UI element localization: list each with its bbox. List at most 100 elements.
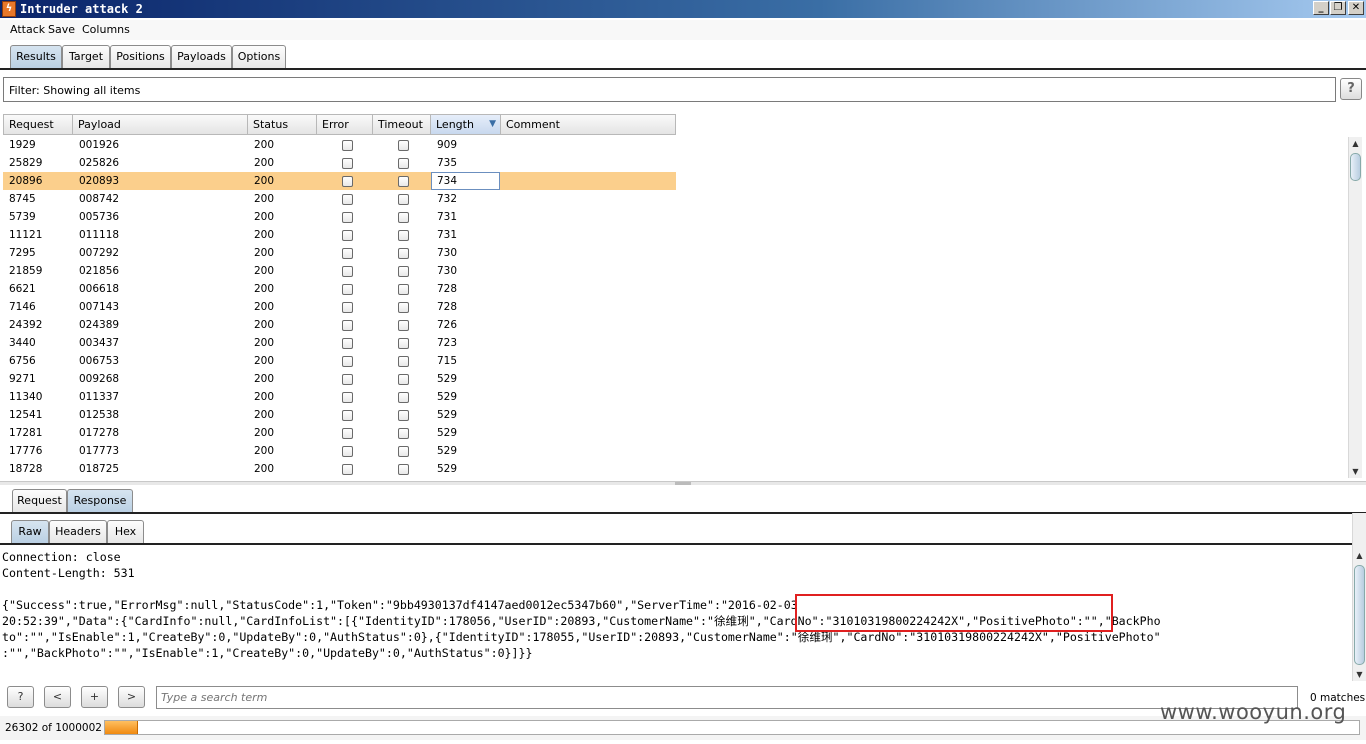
tab-request[interactable]: Request [12,489,67,513]
response-scrollbar[interactable]: ▲ ▼ [1352,513,1366,681]
checkbox-timeout[interactable] [398,338,409,349]
scroll-down-icon[interactable]: ▼ [1353,668,1366,681]
checkbox-error[interactable] [342,392,353,403]
table-scrollbar[interactable]: ▲ ▼ [1348,137,1362,478]
split-pane-divider[interactable] [0,481,1366,485]
checkbox-timeout[interactable] [398,248,409,259]
col-request[interactable]: Request [3,114,73,135]
filter-help-button[interactable]: ? [1340,78,1362,100]
tab-payloads[interactable]: Payloads [171,45,232,69]
checkbox-timeout[interactable] [398,356,409,367]
scroll-thumb[interactable] [1350,153,1361,181]
tab-raw[interactable]: Raw [11,520,49,544]
checkbox-timeout[interactable] [398,374,409,385]
search-help-button[interactable]: ? [7,686,34,708]
menu-save[interactable]: Save [48,23,75,36]
checkbox-error[interactable] [342,356,353,367]
table-row[interactable]: 5739 005736 200 731 [3,208,676,226]
checkbox-error[interactable] [342,338,353,349]
tab-headers[interactable]: Headers [49,520,107,544]
checkbox-error[interactable] [342,194,353,205]
scroll-up-icon[interactable]: ▲ [1353,549,1366,562]
col-timeout[interactable]: Timeout [373,114,431,135]
menu-attack[interactable]: Attack [10,23,45,36]
checkbox-timeout[interactable] [398,212,409,223]
checkbox-timeout[interactable] [398,266,409,277]
checkbox-timeout[interactable] [398,158,409,169]
col-payload[interactable]: Payload [73,114,248,135]
scroll-down-icon[interactable]: ▼ [1349,465,1362,478]
table-row[interactable]: 17776 017773 200 529 [3,442,676,460]
table-row[interactable]: 11121 011118 200 731 [3,226,676,244]
table-row[interactable]: 12541 012538 200 529 [3,406,676,424]
checkbox-error[interactable] [342,410,353,421]
tab-target[interactable]: Target [62,45,110,69]
col-length[interactable]: Length ▼ [431,114,501,135]
divider-grip[interactable] [675,482,691,485]
search-add-button[interactable]: + [81,686,108,708]
checkbox-timeout[interactable] [398,140,409,151]
table-row[interactable]: 3440 003437 200 723 [3,334,676,352]
table-row[interactable]: 24392 024389 200 726 [3,316,676,334]
checkbox-timeout[interactable] [398,446,409,457]
checkbox-error[interactable] [342,248,353,259]
cell-request: 3440 [9,337,36,349]
search-input[interactable] [156,686,1298,709]
checkbox-timeout[interactable] [398,392,409,403]
tab-hex[interactable]: Hex [107,520,144,544]
table-row[interactable]: 6621 006618 200 728 [3,280,676,298]
checkbox-error[interactable] [342,284,353,295]
checkbox-error[interactable] [342,374,353,385]
checkbox-error[interactable] [342,230,353,241]
checkbox-error[interactable] [342,158,353,169]
checkbox-error[interactable] [342,320,353,331]
checkbox-error[interactable] [342,428,353,439]
col-comment[interactable]: Comment [501,114,676,135]
table-row[interactable]: 25829 025826 200 735 [3,154,676,172]
checkbox-error[interactable] [342,464,353,475]
menu-columns[interactable]: Columns [82,23,130,36]
cell-payload: 021856 [79,265,120,277]
table-row[interactable]: 7146 007143 200 728 [3,298,676,316]
tab-results[interactable]: Results [10,45,62,69]
checkbox-timeout[interactable] [398,230,409,241]
table-row[interactable]: 17281 017278 200 529 [3,424,676,442]
response-raw-text[interactable]: Connection: close Content-Length: 531 {"… [0,548,1350,680]
table-row[interactable]: 7295 007292 200 730 [3,244,676,262]
checkbox-timeout[interactable] [398,176,409,187]
checkbox-timeout[interactable] [398,464,409,475]
table-row[interactable]: 21859 021856 200 730 [3,262,676,280]
checkbox-error[interactable] [342,212,353,223]
table-row[interactable]: 8745 008742 200 732 [3,190,676,208]
checkbox-error[interactable] [342,266,353,277]
close-icon[interactable]: ✕ [1348,1,1364,15]
checkbox-timeout[interactable] [398,428,409,439]
scroll-thumb[interactable] [1354,565,1365,665]
checkbox-timeout[interactable] [398,284,409,295]
col-status[interactable]: Status [248,114,317,135]
search-next-button[interactable]: > [118,686,145,708]
checkbox-error[interactable] [342,446,353,457]
checkbox-error[interactable] [342,302,353,313]
filter-bar[interactable]: Filter: Showing all items [3,77,1336,102]
checkbox-timeout[interactable] [398,302,409,313]
tab-positions[interactable]: Positions [110,45,171,69]
tab-options[interactable]: Options [232,45,286,69]
scroll-up-icon[interactable]: ▲ [1349,137,1362,150]
table-row[interactable]: 9271 009268 200 529 [3,370,676,388]
table-row[interactable]: 20896 020893 200 734 [3,172,676,190]
table-row[interactable]: 18728 018725 200 529 [3,460,676,478]
table-row[interactable]: 11340 011337 200 529 [3,388,676,406]
checkbox-timeout[interactable] [398,320,409,331]
checkbox-error[interactable] [342,140,353,151]
checkbox-timeout[interactable] [398,410,409,421]
table-row[interactable]: 6756 006753 200 715 [3,352,676,370]
minimize-icon[interactable]: _ [1313,1,1329,15]
checkbox-timeout[interactable] [398,194,409,205]
col-error[interactable]: Error [317,114,373,135]
checkbox-error[interactable] [342,176,353,187]
tab-response[interactable]: Response [67,489,133,513]
search-prev-button[interactable]: < [44,686,71,708]
table-row[interactable]: 1929 001926 200 909 [3,136,676,154]
restore-icon[interactable]: ❐ [1330,1,1346,15]
